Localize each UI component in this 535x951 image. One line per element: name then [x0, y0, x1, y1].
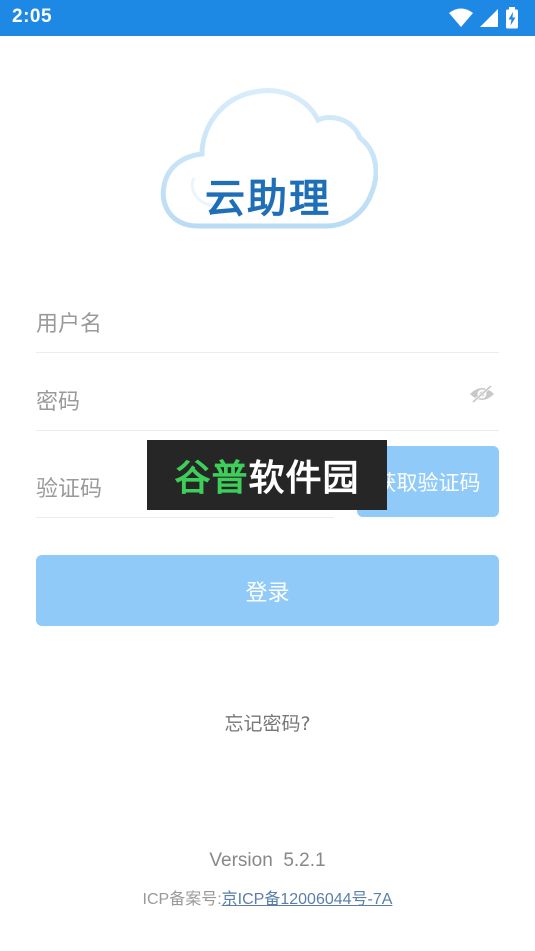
- login-screen: 2:05 云助理 用户名 验证码 获取验证码 谷普 软件园 登录 忘记密码? V…: [0, 0, 535, 951]
- watermark-text-green: 谷普: [174, 458, 249, 499]
- status-bar: 2:05: [0, 0, 535, 36]
- version-label: Version 5.2.1: [209, 850, 326, 871]
- app-logo: 云助理: [158, 86, 378, 232]
- icp-record: ICP备案号:京ICP备12006044号-7A: [0, 885, 535, 909]
- password-input[interactable]: [36, 374, 499, 430]
- battery-charging-icon: [506, 7, 518, 29]
- icp-number-link[interactable]: 京ICP备12006044号-7A: [222, 891, 393, 908]
- username-input[interactable]: [36, 296, 499, 352]
- watermark-overlay: 谷普 软件园: [147, 440, 387, 510]
- logo-text: 云助理: [205, 176, 331, 222]
- status-time: 2:05: [12, 6, 53, 27]
- login-button[interactable]: 登录: [36, 555, 499, 626]
- eye-off-icon[interactable]: [469, 384, 495, 404]
- status-icons: [449, 6, 519, 30]
- icp-prefix: ICP备案号:: [142, 891, 222, 908]
- signal-icon: [480, 9, 498, 27]
- username-field-row: [36, 296, 499, 353]
- watermark-text-white: 软件园: [248, 458, 360, 499]
- forgot-password-link[interactable]: 忘记密码?: [0, 709, 535, 736]
- wifi-icon: [449, 8, 473, 27]
- password-field-row: [36, 374, 499, 431]
